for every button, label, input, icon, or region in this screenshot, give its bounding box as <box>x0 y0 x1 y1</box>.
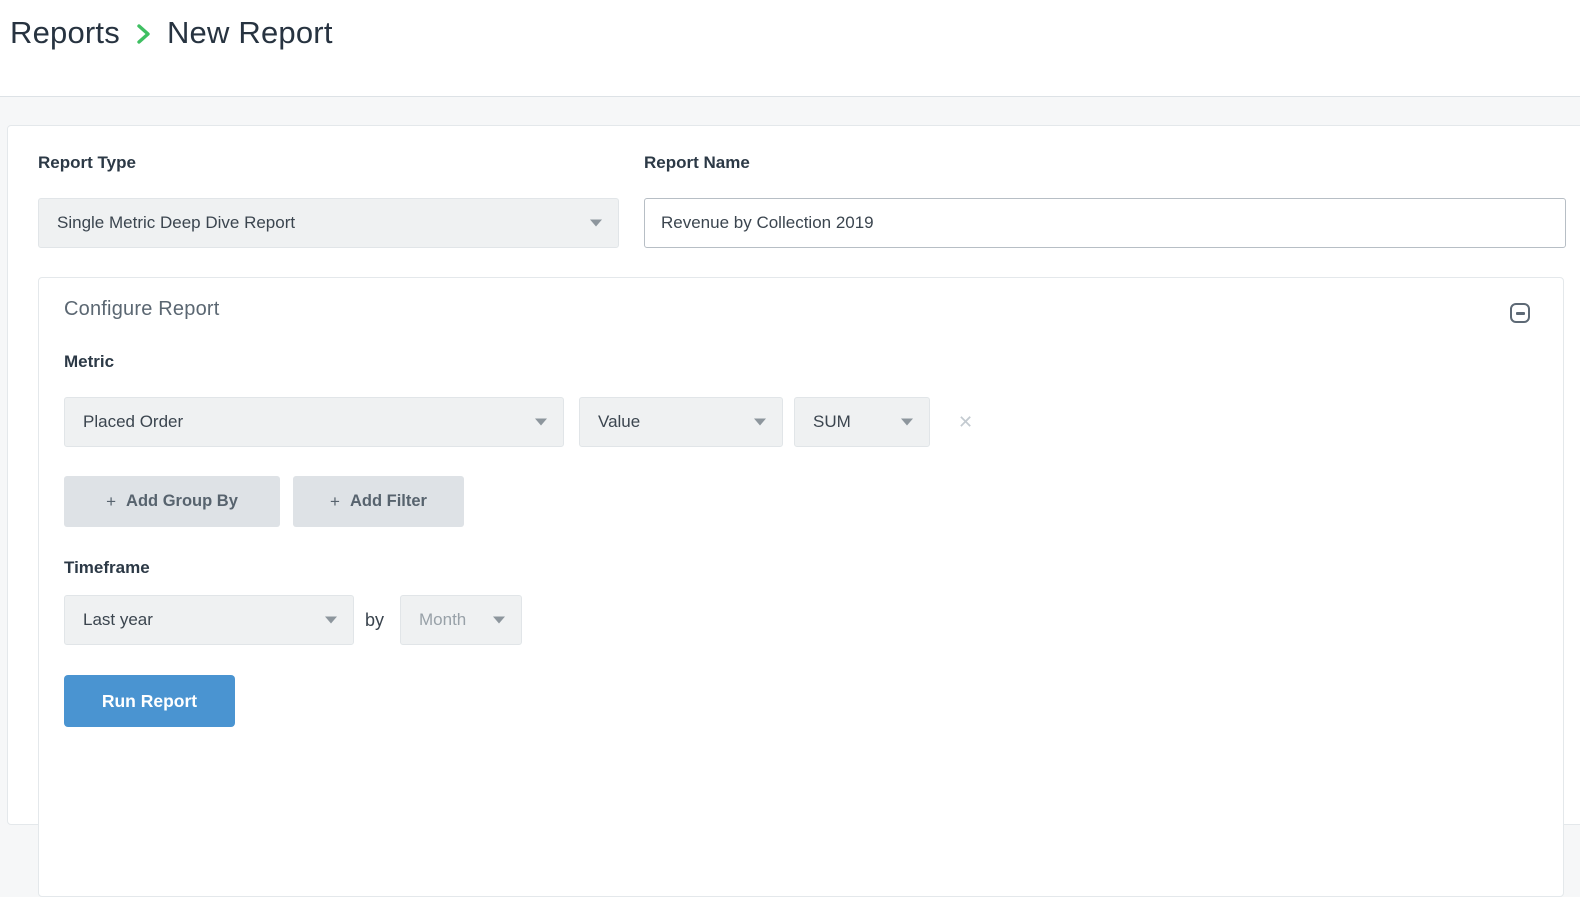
run-report-button[interactable]: Run Report <box>64 675 235 727</box>
timeframe-range-select[interactable]: Last year <box>64 595 354 645</box>
plus-icon: + <box>106 492 116 512</box>
timeframe-range-selected-value: Last year <box>83 610 153 630</box>
add-filter-label: Add Filter <box>350 492 427 511</box>
report-type-selected-value: Single Metric Deep Dive Report <box>57 213 295 233</box>
metric-event-selected-value: Placed Order <box>83 412 183 432</box>
add-group-by-label: Add Group By <box>126 492 238 511</box>
timeframe-interval-selected-value: Month <box>419 610 466 630</box>
report-type-select[interactable]: Single Metric Deep Dive Report <box>38 198 619 248</box>
report-type-label: Report Type <box>38 153 136 173</box>
chevron-down-icon <box>325 617 337 624</box>
remove-metric-x-icon[interactable]: ✕ <box>958 397 973 447</box>
metric-property-select[interactable]: Value <box>579 397 783 447</box>
breadcrumb-current-page: New Report <box>167 15 333 51</box>
chevron-down-icon <box>901 419 913 426</box>
collapse-section-button[interactable] <box>1510 303 1530 323</box>
metric-aggregation-selected-value: SUM <box>813 412 851 432</box>
minus-square-icon <box>1516 312 1525 315</box>
chevron-right-icon <box>135 22 152 46</box>
configure-report-section: Configure Report Metric Placed Order Val… <box>38 277 1564 897</box>
plus-icon: + <box>330 492 340 512</box>
page-header: Reports New Report <box>0 0 1580 97</box>
breadcrumb: Reports New Report <box>10 15 333 51</box>
timeframe-interval-select[interactable]: Month <box>400 595 522 645</box>
timeframe-label: Timeframe <box>64 558 150 578</box>
timeframe-by-label: by <box>365 595 384 645</box>
metric-aggregation-select[interactable]: SUM <box>794 397 930 447</box>
add-filter-button[interactable]: + Add Filter <box>293 476 464 527</box>
chevron-down-icon <box>590 220 602 227</box>
chevron-down-icon <box>535 419 547 426</box>
metric-event-select[interactable]: Placed Order <box>64 397 564 447</box>
configure-report-title: Configure Report <box>64 298 220 321</box>
chevron-down-icon <box>754 419 766 426</box>
metric-property-selected-value: Value <box>598 412 640 432</box>
report-name-input[interactable] <box>644 198 1566 248</box>
breadcrumb-reports-link[interactable]: Reports <box>10 15 120 51</box>
chevron-down-icon <box>493 617 505 624</box>
report-name-label: Report Name <box>644 153 750 173</box>
report-builder-panel: Report Type Single Metric Deep Dive Repo… <box>7 125 1580 825</box>
add-group-by-button[interactable]: + Add Group By <box>64 476 280 527</box>
metric-label: Metric <box>64 352 114 372</box>
